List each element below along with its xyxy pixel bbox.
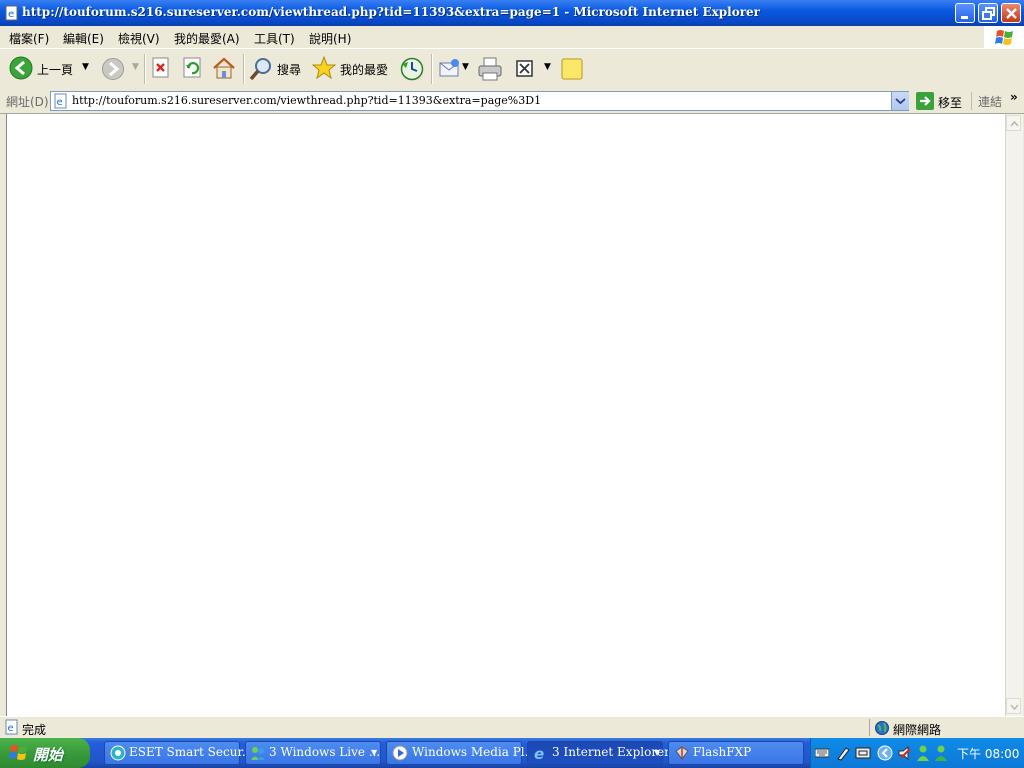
home-icon[interactable]	[212, 56, 236, 80]
address-url[interactable]: http://touforum.s216.sureserver.com/view…	[72, 94, 541, 107]
edit-dropdown-icon[interactable]: ▼	[544, 62, 551, 72]
back-arrow-icon[interactable]	[9, 56, 33, 80]
scroll-up-icon[interactable]	[1006, 115, 1021, 131]
windows-logo-icon	[984, 26, 1024, 48]
minimize-button[interactable]	[955, 3, 975, 23]
go-button-label[interactable]: 移至	[938, 94, 962, 111]
chevron-right-icon[interactable]: »	[1010, 90, 1018, 104]
status-bar	[0, 716, 1024, 739]
menu-favorites[interactable]: 我的最愛(A)	[174, 30, 240, 47]
task-label[interactable]: ESET Smart Secur...	[129, 745, 253, 759]
contact-icon[interactable]	[934, 744, 948, 762]
forward-dropdown-icon[interactable]: ▼	[132, 62, 139, 72]
volume-icon[interactable]	[897, 744, 913, 762]
search-button-label[interactable]: 搜尋	[277, 61, 301, 78]
go-arrow-icon[interactable]	[916, 92, 934, 110]
address-dropdown-icon[interactable]	[891, 92, 909, 110]
clock[interactable]: 下午 08:00	[957, 745, 1019, 762]
task-label[interactable]: Windows Media Pl...	[412, 745, 536, 759]
stop-icon[interactable]	[151, 57, 171, 79]
menu-file[interactable]: 檔案(F)	[9, 30, 49, 47]
close-button[interactable]	[1001, 3, 1021, 23]
eset-icon	[110, 745, 126, 761]
ie-icon: e	[532, 745, 548, 763]
favorites-button-label[interactable]: 我的最愛	[340, 61, 388, 78]
menu-view[interactable]: 檢視(V)	[118, 30, 160, 47]
edit-icon[interactable]	[515, 59, 535, 79]
ime-icon[interactable]	[855, 746, 871, 760]
toolbar-separator	[431, 54, 433, 84]
pen-icon[interactable]	[836, 745, 850, 761]
task-group-dropdown-icon[interactable]: ▼	[654, 748, 660, 757]
links-label[interactable]: 連結	[978, 93, 1002, 110]
user-status-icon[interactable]	[916, 744, 930, 762]
page-icon: e	[4, 719, 20, 735]
status-separator	[869, 719, 870, 736]
menu-help[interactable]: 說明(H)	[309, 30, 351, 47]
page-content[interactable]	[6, 114, 1006, 716]
mail-dropdown-icon[interactable]: ▼	[462, 62, 469, 72]
print-icon[interactable]	[476, 56, 504, 82]
media-player-icon	[392, 745, 408, 761]
vertical-scrollbar[interactable]	[1005, 114, 1023, 716]
task-label[interactable]: FlashFXP	[693, 745, 751, 759]
forward-arrow-icon[interactable]	[101, 57, 125, 81]
svg-text:e: e	[57, 97, 63, 108]
keyboard-icon[interactable]	[814, 746, 830, 760]
page-icon: e	[53, 93, 69, 109]
task-label[interactable]: 3 Internet Explorer	[552, 745, 670, 759]
svg-text:e: e	[534, 745, 544, 761]
note-icon[interactable]	[560, 57, 584, 81]
back-button-label[interactable]: 上一頁	[37, 61, 73, 78]
search-icon[interactable]	[248, 56, 274, 82]
restore-button[interactable]	[978, 3, 998, 23]
toolbar-separator	[144, 54, 146, 84]
svg-text:e: e	[8, 9, 14, 20]
address-separator	[971, 92, 972, 110]
refresh-icon[interactable]	[182, 57, 204, 79]
scroll-down-icon[interactable]	[1006, 698, 1021, 714]
back-dropdown-icon[interactable]: ▼	[82, 62, 89, 72]
globe-icon	[874, 720, 890, 736]
task-label[interactable]: 3 Windows Live ...	[269, 745, 380, 759]
window-title: http://touforum.s216.sureserver.com/view…	[22, 5, 760, 19]
chevron-left-icon[interactable]	[877, 745, 893, 761]
start-label[interactable]: 開始	[33, 744, 63, 765]
favorites-star-icon[interactable]	[311, 55, 337, 81]
address-label: 網址(D)	[6, 95, 49, 109]
ie-page-icon[interactable]: e	[4, 5, 20, 21]
windows-logo-icon	[8, 743, 30, 763]
mail-icon[interactable]	[438, 57, 464, 81]
status-text: 完成	[22, 723, 47, 737]
toolbar-separator	[243, 54, 245, 84]
zone-text: 網際網路	[893, 723, 942, 737]
flashfxp-icon	[674, 745, 690, 761]
history-icon[interactable]	[399, 56, 425, 82]
menu-tools[interactable]: 工具(T)	[254, 30, 295, 47]
task-group-dropdown-icon[interactable]: ▼	[371, 748, 377, 757]
svg-text:e: e	[8, 723, 14, 734]
messenger-icon	[250, 745, 266, 761]
menu-edit[interactable]: 編輯(E)	[63, 30, 104, 47]
